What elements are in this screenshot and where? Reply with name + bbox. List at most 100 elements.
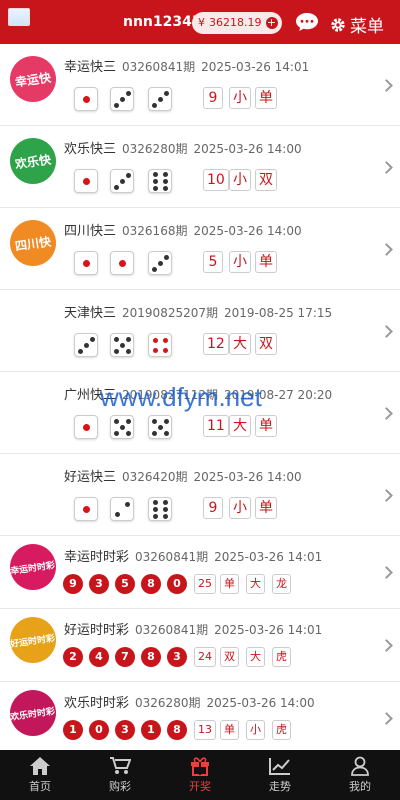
tab-draw-results[interactable]: 开奖 (160, 750, 240, 800)
tab-home[interactable]: 首页 (0, 750, 80, 800)
chat-icon[interactable] (295, 12, 319, 32)
size-value: 大 (229, 415, 251, 437)
dice-face-1 (110, 251, 134, 275)
chevron-right-icon (380, 325, 393, 338)
sum-value: 13 (194, 720, 216, 740)
lottery-time: 2025-03-26 14:01 (214, 550, 323, 564)
gift-icon (191, 757, 209, 776)
lottery-name: 欢乐快三 (64, 142, 117, 157)
dice-face-5 (110, 415, 134, 439)
size-value: 小 (229, 497, 251, 519)
chevron-right-icon (380, 407, 393, 420)
watermark-text: www.dfym.net (100, 382, 262, 412)
add-funds-icon[interactable]: + (265, 17, 278, 29)
result-ball: 7 (115, 647, 135, 667)
lottery-row-haoyun-k3[interactable]: 好运快三 0326420期 2025-03-26 14:00 9 小 单 (0, 454, 400, 536)
result-tag: 小 (246, 720, 265, 740)
lottery-period: 20190825207期 (122, 306, 218, 320)
lottery-row-xingyun-ssc[interactable]: 幸运时时彩 幸运时时彩 03260841期 2025-03-26 14:01 9 3… (0, 536, 400, 609)
lottery-row-haoyun-ssc[interactable]: 好运时时彩 好运时时彩 03260841期 2025-03-26 14:01 2 4… (0, 609, 400, 682)
lottery-name: 欢乐时时彩 (64, 696, 130, 711)
dice-face-1 (74, 497, 98, 521)
dice-face-5 (110, 333, 134, 357)
result-tag: 单 (220, 720, 239, 740)
dice-face-3 (110, 169, 134, 193)
dice-face-4 (148, 333, 172, 357)
lottery-time: 2025-03-26 14:00 (206, 696, 315, 710)
result-tag: 大 (246, 574, 265, 594)
parity-value: 单 (255, 87, 277, 109)
dice-face-3 (148, 251, 172, 275)
lottery-logo-badge: 欢乐快 (10, 138, 56, 184)
lottery-row-huanle-ssc[interactable]: 欢乐时时彩 欢乐时时彩 0326280期 2025-03-26 14:00 1 0 … (0, 682, 400, 750)
result-ball: 1 (141, 720, 161, 740)
lottery-logo-badge: 欢乐时时彩 (10, 690, 56, 736)
dice-face-1 (74, 415, 98, 439)
lottery-logo-badge: 好运时时彩 (10, 617, 56, 663)
lottery-logo-badge: 四川快 (10, 220, 56, 266)
dice-face-5 (148, 415, 172, 439)
lottery-row-huanle-k3[interactable]: 欢乐快 欢乐快三 0326280期 2025-03-26 14:00 10 小 双 (0, 126, 400, 208)
result-tag: 虎 (272, 720, 291, 740)
lottery-time: 2025-03-26 14:01 (214, 623, 323, 637)
lottery-time: 2019-08-25 17:15 (224, 306, 333, 320)
lottery-row-tianjin-k3[interactable]: 天津快三 20190825207期 2019-08-25 17:15 12 大 双 (0, 290, 400, 372)
result-ball: 8 (141, 574, 161, 594)
gear-icon (331, 17, 345, 32)
home-icon (30, 757, 50, 775)
sum-value: 10 (203, 169, 229, 191)
tab-trend[interactable]: 走势 (240, 750, 320, 800)
result-ball: 9 (63, 574, 83, 594)
size-value: 小 (229, 251, 251, 273)
result-tag: 单 (220, 574, 239, 594)
parity-value: 双 (255, 169, 277, 191)
lottery-name: 好运时时彩 (64, 623, 130, 638)
result-ball: 5 (115, 574, 135, 594)
result-ball: 8 (141, 647, 161, 667)
logo-image[interactable] (8, 8, 30, 26)
lottery-logo-badge: 幸运快 (10, 56, 56, 102)
sum-value: 11 (203, 415, 229, 437)
sum-value: 24 (194, 647, 216, 667)
lottery-time: 2025-03-26 14:01 (201, 60, 310, 74)
cart-icon (110, 757, 131, 774)
dice-face-1 (74, 251, 98, 275)
sum-value: 25 (194, 574, 216, 594)
result-ball: 3 (89, 574, 109, 594)
dice-face-1 (74, 87, 98, 111)
dice-face-3 (74, 333, 98, 357)
size-value: 大 (229, 333, 251, 355)
chevron-right-icon (380, 639, 393, 652)
top-bar: nnn123456 ¥ 36218.19 + 菜单 (0, 0, 400, 44)
menu-label: 菜单 (350, 17, 384, 37)
tab-mine[interactable]: 我的 (320, 750, 400, 800)
bottom-tab-bar: 首页 购彩 开奖 走势 我的 (0, 750, 400, 800)
lottery-row-xingyun-k3[interactable]: 幸运快 幸运快三 03260841期 2025-03-26 14:01 9 小 单 (0, 44, 400, 126)
dice-face-2 (110, 497, 134, 521)
result-ball: 0 (167, 574, 187, 594)
lottery-period: 03260841期 (135, 623, 209, 637)
sum-value: 9 (203, 497, 223, 519)
lottery-row-sichuan-k3[interactable]: 四川快 四川快三 0326168期 2025-03-26 14:00 5 小 单 (0, 208, 400, 290)
lottery-name: 好运快三 (64, 470, 117, 485)
lottery-time: 2025-03-26 14:00 (193, 142, 302, 156)
tab-buy[interactable]: 购彩 (80, 750, 160, 800)
result-tag: 双 (220, 647, 239, 667)
lottery-period: 0326280期 (135, 696, 201, 710)
dice-face-3 (110, 87, 134, 111)
lottery-name: 幸运时时彩 (64, 550, 130, 565)
lottery-period: 0326280期 (122, 142, 188, 156)
result-ball: 1 (63, 720, 83, 740)
sum-value: 12 (203, 333, 229, 355)
parity-value: 单 (255, 415, 277, 437)
parity-value: 双 (255, 333, 277, 355)
lottery-name: 天津快三 (64, 306, 117, 321)
dice-face-3 (148, 87, 172, 111)
result-ball: 2 (63, 647, 83, 667)
sum-value: 5 (203, 251, 223, 273)
dice-face-1 (74, 169, 98, 193)
result-tag: 龙 (272, 574, 291, 594)
menu-button[interactable]: 菜单 (330, 12, 384, 37)
result-ball: 8 (167, 720, 187, 740)
balance-badge[interactable]: ¥ 36218.19 + (192, 12, 282, 34)
